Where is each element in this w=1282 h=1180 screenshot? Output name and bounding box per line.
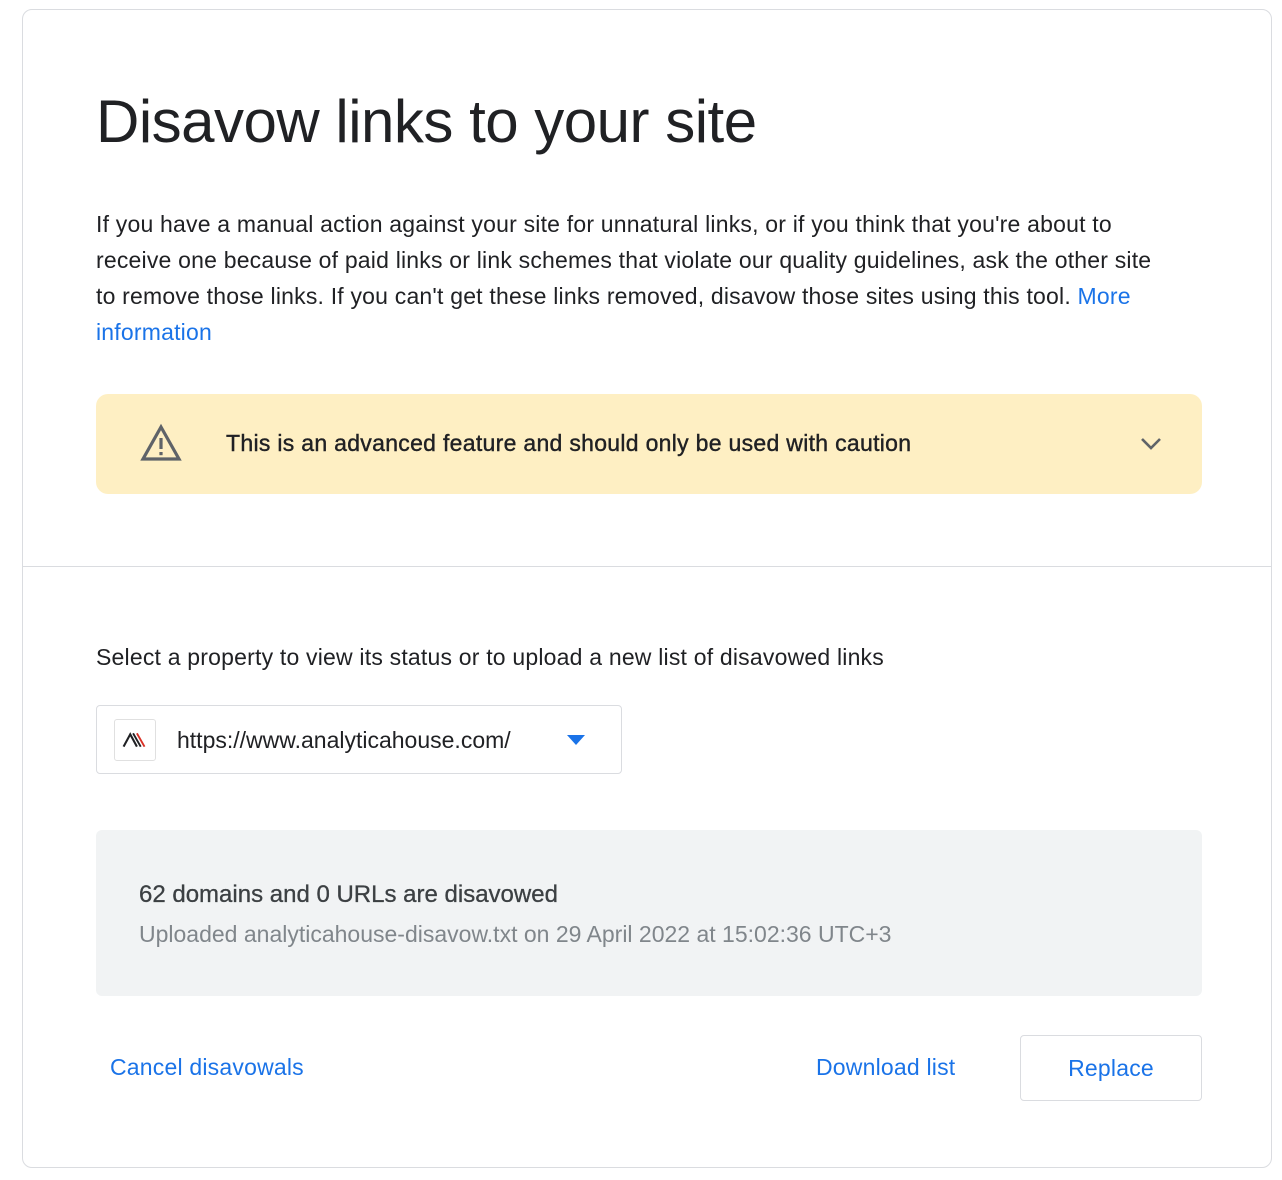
dropdown-arrow-icon [567, 735, 585, 745]
selected-property-url: https://www.analyticahouse.com/ [177, 727, 511, 753]
download-list-button[interactable]: Download list [816, 1050, 955, 1084]
status-summary: 62 domains and 0 URLs are disavowed [139, 881, 558, 908]
disavow-card: Disavow links to your site If you have a… [22, 9, 1272, 1168]
upload-details: Uploaded analyticahouse-disavow.txt on 2… [139, 921, 892, 947]
property-select-label: Select a property to view its status or … [96, 644, 884, 670]
analyticahouse-logo-icon [114, 719, 156, 761]
warning-triangle-icon [140, 423, 182, 461]
chevron-down-icon[interactable] [1138, 430, 1164, 456]
property-dropdown[interactable]: https://www.analyticahouse.com/ [96, 705, 622, 774]
disavow-status-panel: 62 domains and 0 URLs are disavowed Uplo… [96, 830, 1202, 996]
page-title: Disavow links to your site [96, 88, 757, 155]
replace-button[interactable]: Replace [1020, 1035, 1202, 1101]
caution-text: This is an advanced feature and should o… [226, 430, 912, 456]
description-text: If you have a manual action against your… [96, 211, 1152, 309]
page-description: If you have a manual action against your… [96, 206, 1156, 350]
cancel-disavowals-button[interactable]: Cancel disavowals [110, 1050, 304, 1084]
section-divider [23, 566, 1271, 567]
caution-banner[interactable]: This is an advanced feature and should o… [96, 394, 1202, 494]
